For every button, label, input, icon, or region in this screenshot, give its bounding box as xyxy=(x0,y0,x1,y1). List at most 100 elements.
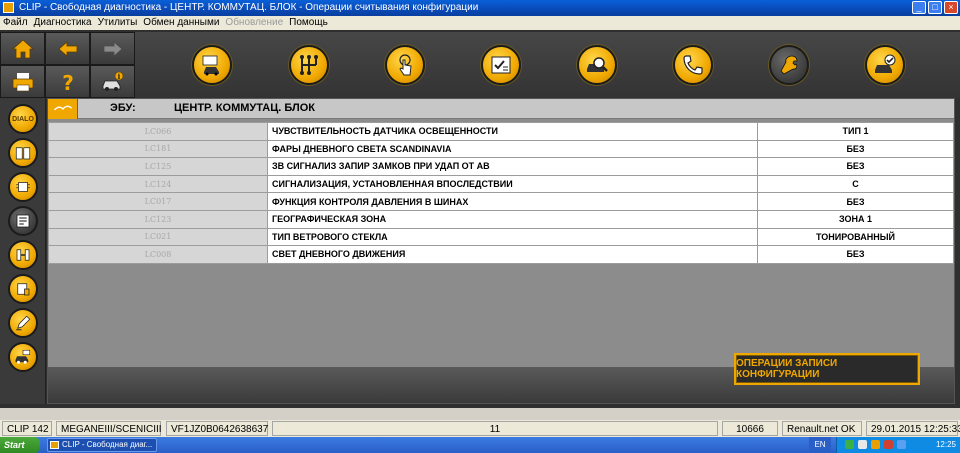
task-app-icon xyxy=(50,441,59,449)
maximize-button[interactable]: □ xyxy=(928,1,942,14)
table-row[interactable]: LC008 СВЕТ ДНЕВНОГО ДВИЖЕНИЯ БЕЗ xyxy=(48,245,954,264)
table-row[interactable]: LC123 ГЕОГРАФИЧЕСКАЯ ЗОНА ЗОНА 1 xyxy=(48,209,954,229)
tray-update-icon[interactable] xyxy=(897,440,906,449)
checklist-icon xyxy=(491,56,511,74)
system-tray: EN 12:25 xyxy=(809,437,960,453)
config-code: LC181 xyxy=(48,139,268,159)
menu-file[interactable]: Файл xyxy=(0,16,31,30)
ecu-config-icon xyxy=(16,214,30,228)
menu-utilities[interactable]: Утилиты xyxy=(95,16,141,30)
menu-bar: Файл Диагностика Утилиты Обмен данными О… xyxy=(0,16,960,30)
clip-application-window: CLIP - Свободная диагностика - ЦЕНТР. КО… xyxy=(0,0,960,453)
table-row[interactable]: LC066 ЧУВСТВИТЕЛЬНОСТЬ ДАТЧИКА ОСВЕЩЕННО… xyxy=(48,122,954,141)
config-value: С xyxy=(757,174,954,194)
tray-volume-icon[interactable] xyxy=(858,440,867,449)
minimize-button[interactable]: _ xyxy=(912,1,926,14)
sidebar-item-connector[interactable] xyxy=(8,240,38,270)
start-button[interactable]: Start xyxy=(0,437,40,453)
sidebar-item-edit[interactable] xyxy=(8,308,38,338)
close-button[interactable]: × xyxy=(944,1,958,14)
back-button[interactable] xyxy=(45,32,90,65)
wrench-icon xyxy=(780,55,798,75)
windows-taskbar: Start CLIP - Свободная диаг... EN 12:25 xyxy=(0,437,960,453)
printer-icon xyxy=(12,72,33,91)
checklist-button[interactable] xyxy=(481,45,521,85)
config-code: LC021 xyxy=(48,227,268,247)
help-icon: ? xyxy=(62,71,74,94)
config-parameter: СВЕТ ДНЕВНОГО ДВИЖЕНИЯ xyxy=(267,245,758,264)
ecu-tab[interactable] xyxy=(48,99,78,119)
sidebar-item-ecu-config[interactable] xyxy=(8,206,38,236)
sidebar-item-ecu-list[interactable] xyxy=(8,172,38,202)
sidebar-item-vehicle-test[interactable] xyxy=(8,342,38,372)
tray-network-icon[interactable] xyxy=(845,440,854,449)
dialogys-label: DIALO xyxy=(12,115,34,123)
config-code: LC066 xyxy=(48,122,268,141)
menu-data-exchange[interactable]: Обмен данными xyxy=(140,16,222,30)
config-parameter: ТИП ВЕТРОВОГО СТЕКЛА xyxy=(267,227,758,247)
config-value: ТИП 1 xyxy=(757,122,954,141)
home-icon xyxy=(11,38,34,58)
config-parameter: ЗВ СИГНАЛИЗ ЗАПИР ЗАМКОВ ПРИ УДАП ОТ АВ xyxy=(267,157,758,176)
phone-support-icon xyxy=(683,55,703,75)
config-code: LC008 xyxy=(48,245,268,264)
table-row[interactable]: LC017 ФУНКЦИЯ КОНТРОЛЯ ДАВЛЕНИЯ В ШИНАХ … xyxy=(48,192,954,211)
vehicle-ok-icon xyxy=(875,54,896,73)
write-configuration-button[interactable]: ОПЕРАЦИИ ЗАПИСИ КОНФИГУРАЦИИ xyxy=(734,353,920,385)
gearbox-button[interactable] xyxy=(289,45,329,85)
vehicle-identification-icon xyxy=(202,55,219,76)
menu-diagnostics[interactable]: Диагностика xyxy=(31,16,95,30)
configuration-panel: ЭБУ: ЦЕНТР. КОММУТАЦ. БЛОК LC066 ЧУВСТВИ… xyxy=(47,98,955,404)
language-indicator[interactable]: EN xyxy=(809,437,831,453)
connector-icon xyxy=(16,249,30,261)
taskbar-clock: 12:25 xyxy=(935,440,956,449)
table-row[interactable]: LC181 ФАРЫ ДНЕВНОГО СВЕТА SCANDINAVIA БЕ… xyxy=(48,139,954,159)
ecu-name: ЦЕНТР. КОММУТАЦ. БЛОК xyxy=(174,102,316,114)
svg-text:?: ? xyxy=(62,71,74,94)
svg-text:i: i xyxy=(117,72,120,81)
configuration-wrench-button[interactable] xyxy=(769,45,809,85)
menu-help[interactable]: Помощь xyxy=(286,16,331,30)
config-parameter: ГЕОГРАФИЧЕСКАЯ ЗОНА xyxy=(267,209,758,229)
sidebar-item-dialogys[interactable]: DIALO xyxy=(8,104,38,134)
fault-search-icon xyxy=(587,57,608,72)
forward-button[interactable] xyxy=(90,32,135,65)
config-parameter: СИГНАЛИЗАЦИЯ, УСТАНОВЛЕННАЯ ВПОСЛЕДСТВИИ xyxy=(267,174,758,194)
vin-number: VF1JZ0B0642638637 xyxy=(166,421,268,436)
print-button[interactable] xyxy=(0,65,45,98)
config-value: БЕЗ xyxy=(757,192,954,211)
sidebar-item-manual[interactable] xyxy=(8,138,38,168)
taskbar-item-label: CLIP - Свободная диаг... xyxy=(62,440,153,449)
window-controls: _ □ × xyxy=(912,1,958,14)
home-button[interactable] xyxy=(0,32,45,65)
menu-update: Обновление xyxy=(225,17,284,28)
table-row[interactable]: LC124 СИГНАЛИЗАЦИЯ, УСТАНОВЛЕННАЯ ВПОСЛЕ… xyxy=(48,174,954,194)
config-value: БЕЗ xyxy=(757,139,954,159)
vehicle-ok-button[interactable] xyxy=(865,45,905,85)
taskbar-clip-item[interactable]: CLIP - Свободная диаг... xyxy=(47,438,157,452)
vehicle-identification-button[interactable] xyxy=(192,45,232,85)
config-parameter: ФУНКЦИЯ КОНТРОЛЯ ДАВЛЕНИЯ В ШИНАХ xyxy=(267,192,758,211)
vehicle-info-button[interactable]: i xyxy=(90,65,135,98)
pen-edit-icon xyxy=(16,315,31,331)
window-title: CLIP - Свободная диагностика - ЦЕНТР. КО… xyxy=(19,2,479,13)
tray-clip-icon[interactable] xyxy=(871,440,880,449)
navigation-buttons: ? i xyxy=(0,32,135,98)
phone-support-button[interactable] xyxy=(673,45,713,85)
left-sidebar: DIALO xyxy=(0,98,46,404)
help-button[interactable]: ? xyxy=(45,65,90,98)
table-row[interactable]: LC125 ЗВ СИГНАЛИЗ ЗАПИР ЗАМКОВ ПРИ УДАП … xyxy=(48,157,954,176)
fault-search-button[interactable] xyxy=(577,45,617,85)
gearbox-icon xyxy=(300,55,318,75)
config-value: БЕЗ xyxy=(757,245,954,264)
table-row[interactable]: LC021 ТИП ВЕТРОВОГО СТЕКЛА ТОНИРОВАННЫЙ xyxy=(48,227,954,247)
app-icon xyxy=(3,2,14,13)
sidebar-item-ecu-module[interactable] xyxy=(8,274,38,304)
vehicle-test-icon xyxy=(15,349,31,364)
config-value: ТОНИРОВАННЫЙ xyxy=(757,227,954,247)
config-code: LC125 xyxy=(48,157,268,176)
touch-icon xyxy=(399,54,412,76)
tray-security-icon[interactable] xyxy=(884,440,893,449)
main-toolbar xyxy=(135,32,960,98)
touch-button[interactable] xyxy=(385,45,425,85)
